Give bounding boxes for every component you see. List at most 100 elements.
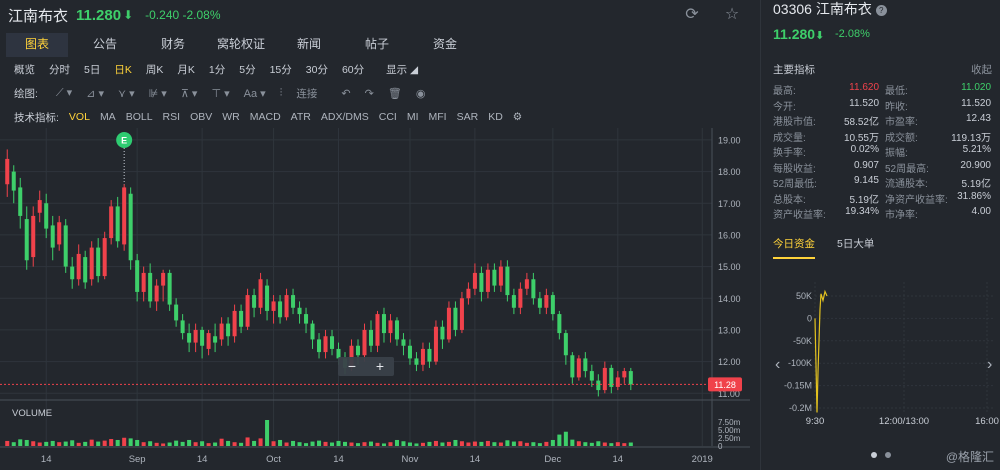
- indicator-vol[interactable]: VOL: [69, 111, 90, 123]
- stat-value: 31.86%: [957, 190, 991, 202]
- volume-bar: [446, 441, 451, 446]
- stat-label: 流通股本:: [885, 179, 928, 191]
- period-8[interactable]: 15分: [270, 62, 292, 77]
- favorite-star-icon[interactable]: ☆: [722, 5, 742, 25]
- candlestick-chart[interactable]: 19.00 18.00 17.00 16.00 15.00 14.00 13.00 12.00…: [0, 128, 750, 470]
- indicator-cci[interactable]: CCI: [379, 111, 397, 123]
- settings-gear-icon[interactable]: ⚙: [513, 111, 522, 123]
- volume-bar: [24, 439, 29, 446]
- indicator-sar[interactable]: SAR: [457, 111, 479, 123]
- volume-bar: [278, 439, 283, 446]
- stat-label: 52周最高:: [885, 163, 929, 175]
- stat-label: 昨收:: [885, 101, 908, 113]
- pager-dot[interactable]: [885, 452, 891, 458]
- indicator-kd[interactable]: KD: [488, 111, 503, 123]
- volume-bar: [109, 439, 114, 446]
- indicator-mfi[interactable]: MFI: [429, 111, 447, 123]
- fib-tool-icon[interactable]: ⊯ ▾: [149, 87, 167, 100]
- indicator-boll[interactable]: BOLL: [126, 111, 153, 123]
- period-9[interactable]: 30分: [306, 62, 328, 77]
- indicator-adxdms[interactable]: ADX/DMS: [321, 111, 369, 123]
- volume-bar: [239, 442, 244, 446]
- tab-1[interactable]: 公告: [74, 33, 136, 57]
- delete-icon[interactable]: 🗑: [388, 87, 402, 100]
- fund-tab-0[interactable]: 今日资金: [773, 236, 815, 259]
- stat-value: 9.145: [853, 175, 879, 187]
- text-tool-icon[interactable]: ⊤ ▾: [211, 87, 229, 100]
- indicator-mi[interactable]: MI: [407, 111, 419, 123]
- tab-6[interactable]: 资金: [414, 33, 476, 57]
- stat-value: 11.020: [961, 82, 991, 94]
- stats-row: 52周最低: 9.145 流通股本: 5.19亿: [773, 175, 997, 191]
- stat-label: 最高:: [773, 86, 796, 98]
- indicator-atr[interactable]: ATR: [291, 111, 311, 123]
- volume-bar: [381, 443, 386, 446]
- period-5[interactable]: 月K: [177, 62, 195, 77]
- stat-label: 市盈率:: [885, 117, 918, 129]
- candle: [109, 200, 114, 245]
- redo-icon[interactable]: ↷: [365, 87, 374, 100]
- fund-y-label: -0.2M: [789, 403, 812, 413]
- line-tool-icon[interactable]: ⟋ ▾: [56, 86, 72, 100]
- pager-dot[interactable]: [871, 452, 877, 458]
- stats-row: 最高: 11.620 最低: 11.020: [773, 82, 997, 98]
- tab-3[interactable]: 窝轮权证: [210, 33, 272, 57]
- y-tick-label: 14.00: [718, 294, 741, 304]
- measure-tool-icon[interactable]: ⫶: [280, 87, 283, 100]
- collapse-button[interactable]: 收起: [971, 62, 992, 77]
- volume-bar: [148, 441, 153, 446]
- volume-bar: [609, 443, 614, 446]
- stat-label: 52周最低:: [773, 179, 817, 191]
- period-2[interactable]: 5日: [84, 62, 100, 77]
- period-7[interactable]: 5分: [239, 62, 255, 77]
- tab-0[interactable]: 图表: [6, 33, 68, 57]
- info-icon[interactable]: ?: [875, 4, 887, 16]
- fund-tab-1[interactable]: 5日大单: [837, 236, 874, 259]
- volume-bar: [187, 439, 192, 446]
- fund-flow-line: [814, 289, 828, 413]
- stat-label: 港股市值:: [773, 117, 816, 129]
- zoom-in-button[interactable]: +: [376, 358, 384, 374]
- display-toggle[interactable]: 显示 ◢: [386, 62, 418, 77]
- refresh-icon[interactable]: ⟳: [682, 5, 702, 25]
- font-tool-icon[interactable]: Aa ▾: [244, 87, 266, 100]
- watermark: @格隆汇: [945, 450, 994, 464]
- volume-bar: [70, 440, 75, 446]
- volume-bar: [11, 442, 16, 446]
- stat-value: 11.520: [849, 97, 879, 109]
- zoom-control[interactable]: − +: [338, 357, 394, 376]
- fund-y-label: 50K: [796, 291, 812, 301]
- channel-tool-icon[interactable]: ⋎ ▾: [118, 87, 135, 100]
- tab-2[interactable]: 财务: [142, 33, 204, 57]
- stock-code-name-text: 03306 江南布衣: [773, 1, 872, 17]
- ray-tool-icon[interactable]: ⊿ ▾: [86, 87, 104, 100]
- indicator-ma[interactable]: MA: [100, 111, 116, 123]
- volume-bar: [498, 442, 503, 446]
- pitchfork-tool-icon[interactable]: ⊼ ▾: [181, 87, 198, 100]
- visibility-eye-icon[interactable]: ◉: [416, 87, 426, 100]
- stat-value: 11.620: [849, 82, 879, 94]
- volume-bar: [433, 440, 438, 446]
- period-1[interactable]: 分时: [49, 62, 70, 77]
- indicator-bar: 技术指标: VOL MA BOLL RSI OBV WR MACD ATR ADX/DMS CCI…: [0, 108, 532, 126]
- stats-cell: 市盈率: 12.43: [885, 113, 997, 128]
- chevron-left-icon[interactable]: ‹: [775, 356, 780, 373]
- period-4[interactable]: 周K: [146, 62, 164, 77]
- indicator-obv[interactable]: OBV: [190, 111, 212, 123]
- stats-row: 换手率: 0.02% 振幅: 5.21%: [773, 144, 997, 160]
- pager-dots: [871, 452, 899, 458]
- tab-4[interactable]: 新闻: [278, 33, 340, 57]
- period-3[interactable]: 日K: [114, 62, 132, 77]
- tab-5[interactable]: 帖子: [346, 33, 408, 57]
- connect-toggle[interactable]: 连接: [296, 86, 317, 101]
- volume-bar: [368, 441, 374, 446]
- period-0[interactable]: 概览: [14, 62, 35, 77]
- indicator-macd[interactable]: MACD: [250, 111, 281, 123]
- zoom-out-button[interactable]: −: [348, 358, 356, 374]
- period-10[interactable]: 60分: [342, 62, 364, 77]
- chevron-right-icon[interactable]: ›: [987, 356, 992, 373]
- indicator-rsi[interactable]: RSI: [163, 111, 181, 123]
- indicator-wr[interactable]: WR: [222, 111, 240, 123]
- period-6[interactable]: 1分: [209, 62, 225, 77]
- undo-icon[interactable]: ↶: [341, 87, 350, 100]
